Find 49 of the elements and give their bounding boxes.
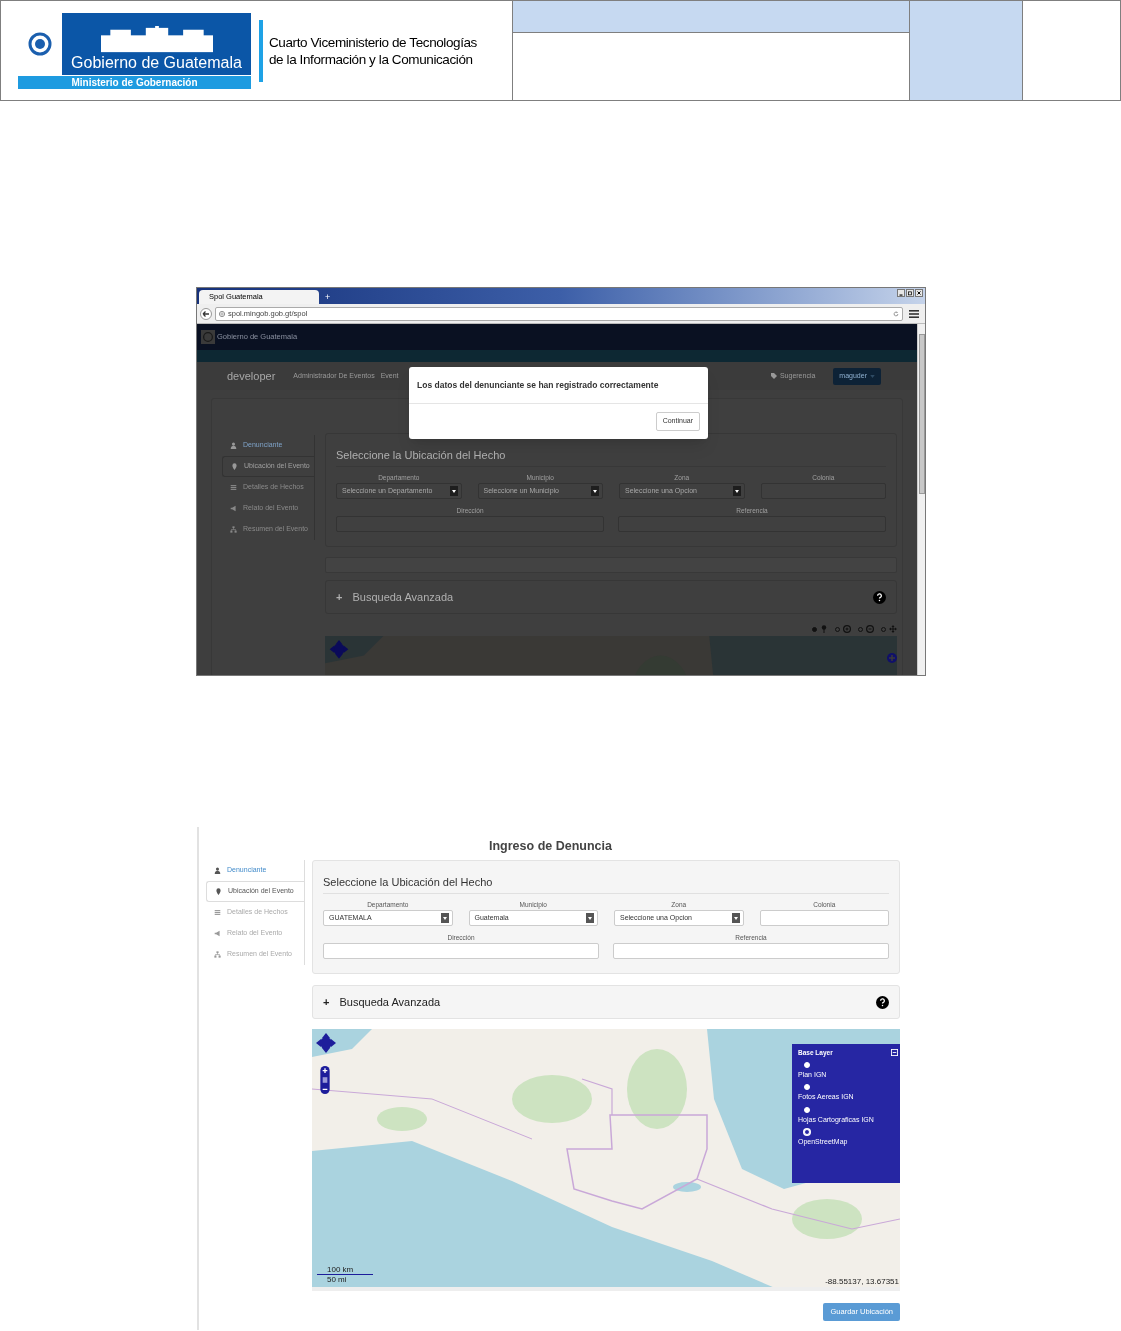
sitemap-icon	[230, 526, 237, 533]
list-icon	[214, 909, 221, 916]
dialog-message: Los datos del denunciante se han registrado correctamente	[409, 367, 708, 404]
help-icon[interactable]	[873, 590, 886, 604]
help-icon[interactable]	[876, 995, 889, 1009]
scrollbar[interactable]	[917, 324, 925, 675]
page-title: Ingreso de Denuncia	[489, 838, 612, 855]
zoom-bar-icon[interactable]	[320, 1066, 330, 1094]
back-button[interactable]	[200, 307, 212, 320]
minimize-icon[interactable]	[897, 289, 905, 297]
emblem-icon	[201, 330, 215, 344]
menu-icon[interactable]	[909, 308, 919, 319]
section-title: Busqueda Avanzada	[352, 589, 455, 605]
map-marker-icon	[231, 463, 238, 470]
list-icon	[230, 484, 237, 491]
user-icon	[230, 442, 237, 449]
sitemap-icon	[214, 951, 221, 958]
map-marker-icon	[215, 888, 222, 895]
scale-label: 100 km	[317, 1265, 373, 1275]
zoom-out-icon[interactable]	[866, 625, 874, 633]
move-icon[interactable]	[889, 625, 897, 633]
site-brand[interactable]: developer	[227, 367, 276, 385]
advanced-search-panel[interactable]: + Busqueda Avanzada	[325, 580, 897, 614]
section-title: Busqueda Avanzada	[339, 994, 442, 1010]
close-icon[interactable]	[915, 289, 923, 297]
caret-icon	[870, 374, 875, 378]
tag-icon	[770, 373, 777, 379]
new-tab-button[interactable]: +	[325, 290, 331, 304]
scale-label: 50 mi	[326, 1275, 348, 1284]
restore-icon[interactable]	[906, 289, 914, 297]
logo-subtitle: Ministerio de Gobernación	[18, 74, 251, 89]
logo-title: Gobierno de Guatemala	[71, 53, 242, 72]
advanced-search-panel[interactable]: + Busqueda Avanzada	[312, 985, 900, 1019]
radio-button[interactable]	[812, 626, 817, 632]
layer-switcher-icon[interactable]	[887, 653, 897, 663]
reload-icon[interactable]	[893, 310, 899, 317]
agency-name: de la Información y la Comunicación	[269, 50, 474, 68]
expand-icon: +	[336, 588, 343, 606]
agency-name: Cuarto Viceministerio de Tecnologías	[269, 33, 477, 51]
coordinates-label: -88.55137, 13.67351	[825, 1277, 899, 1286]
expand-icon: +	[323, 993, 330, 1011]
megaphone-icon	[230, 505, 237, 512]
panel-heading: Seleccione la Ubicación del Hecho	[323, 875, 494, 889]
pin-icon[interactable]	[820, 625, 828, 633]
zoom-in-icon[interactable]	[843, 625, 851, 633]
globe-icon	[219, 310, 225, 317]
megaphone-icon	[214, 930, 221, 937]
panel-heading: Seleccione la Ubicación del Hecho	[336, 448, 507, 462]
user-icon	[214, 867, 221, 874]
